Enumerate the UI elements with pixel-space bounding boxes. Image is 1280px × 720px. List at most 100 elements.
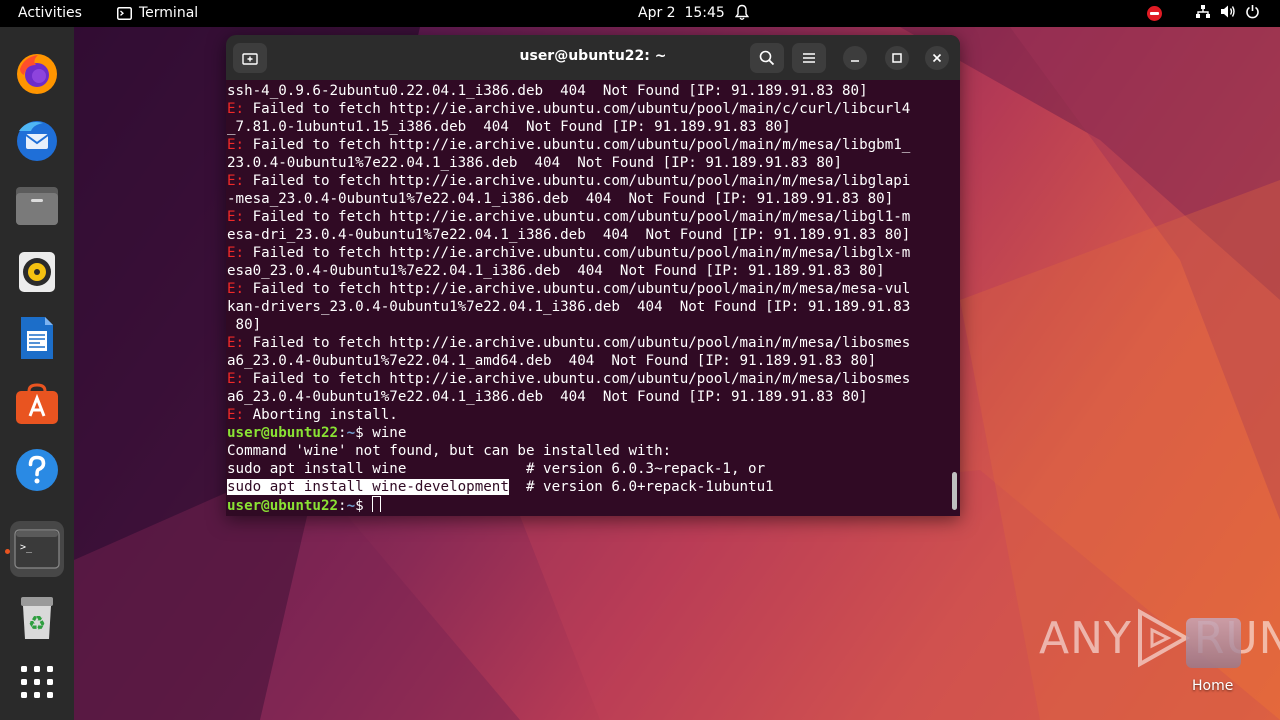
terminal-line: E: Failed to fetch http://ie.archive.ubu… [227, 100, 949, 118]
dock-item-software[interactable] [10, 376, 64, 432]
svg-text:>_: >_ [20, 542, 33, 553]
menu-button[interactable] [792, 43, 826, 73]
terminal-line: E: Failed to fetch http://ie.archive.ubu… [227, 280, 949, 298]
terminal-line: E: Failed to fetch http://ie.archive.ubu… [227, 136, 949, 154]
error-prefix: E: [227, 281, 253, 297]
app-menu-label: Terminal [139, 5, 199, 21]
line-text: Failed to fetch http://ie.archive.ubuntu… [252, 371, 911, 387]
running-indicator [5, 549, 10, 554]
terminal-line: esa0_23.0.4-0ubuntu1%7e22.04.1_i386.deb … [227, 262, 949, 280]
terminal-output[interactable]: ssh-4_0.9.6-2ubuntu0.22.04.1_i386.deb 40… [227, 82, 949, 512]
maximize-button[interactable] [885, 46, 909, 70]
help-icon [16, 449, 58, 491]
terminal-headerbar[interactable]: user@ubuntu22: ~ [226, 35, 960, 80]
line-text: Failed to fetch http://ie.archive.ubuntu… [252, 281, 911, 297]
error-prefix: E: [227, 137, 253, 153]
screen-recording-icon[interactable] [1147, 6, 1162, 21]
terminal-line: 80] [227, 316, 949, 334]
terminal-line: esa-dri_23.0.4-0ubuntu1%7e22.04.1_i386.d… [227, 226, 949, 244]
terminal-line: E: Failed to fetch http://ie.archive.ubu… [227, 208, 949, 226]
line-text: esa-dri_23.0.4-0ubuntu1%7e22.04.1_i386.d… [227, 227, 911, 243]
dock-item-show-apps[interactable] [10, 654, 64, 710]
line-text: 80] [227, 317, 262, 333]
home-folder-label: Home [1192, 678, 1234, 694]
line-text: a6_23.0.4-0ubuntu1%7e22.04.1_i386.deb 40… [227, 389, 868, 405]
line-text: Failed to fetch http://ie.archive.ubuntu… [252, 173, 911, 189]
terminal-icon: >_ [14, 529, 60, 569]
terminal-line: user@ubuntu22:~$ [227, 496, 949, 512]
line-text: ssh-4_0.9.6-2ubuntu0.22.04.1_i386.deb 40… [227, 83, 868, 99]
dock-item-thunderbird[interactable] [10, 112, 64, 168]
minimize-icon [851, 60, 859, 62]
terminal-line: -mesa_23.0.4-0ubuntu1%7e22.04.1_i386.deb… [227, 190, 949, 208]
dock: >_ ♻ [0, 27, 74, 720]
terminal-line: 23.0.4-0ubuntu1%7e22.04.1_i386.deb 404 N… [227, 154, 949, 172]
terminal-line: _7.81.0-1ubuntu1.15_i386.deb 404 Not Fou… [227, 118, 949, 136]
dock-item-terminal[interactable]: >_ [10, 521, 64, 577]
hamburger-menu-icon [803, 53, 815, 63]
prompt-user-host: user@ubuntu22 [227, 498, 339, 512]
app-menu[interactable]: Terminal [117, 5, 198, 21]
terminal-line: E: Failed to fetch http://ie.archive.ubu… [227, 172, 949, 190]
files-icon [16, 187, 58, 225]
dock-item-trash[interactable]: ♻ [10, 590, 64, 646]
top-bar: Activities Terminal Apr 2 15:45 [0, 0, 1280, 27]
rhythmbox-icon [19, 252, 55, 292]
dock-item-firefox[interactable] [10, 46, 64, 102]
line-text: Failed to fetch http://ie.archive.ubuntu… [252, 137, 911, 153]
notification-bell-icon [735, 4, 749, 20]
error-prefix: E: [227, 371, 253, 387]
clock-time: 15:45 [684, 5, 725, 21]
search-button[interactable] [750, 43, 784, 73]
prompt-path: ~ [346, 498, 356, 512]
error-prefix: E: [227, 173, 253, 189]
home-folder-icon[interactable] [1186, 618, 1241, 668]
dock-item-help[interactable] [10, 442, 64, 498]
line-text: a6_23.0.4-0ubuntu1%7e22.04.1_amd64.deb 4… [227, 353, 877, 369]
error-prefix: E: [227, 101, 253, 117]
terminal-line: E: Failed to fetch http://ie.archive.ubu… [227, 370, 949, 388]
line-text: Failed to fetch http://ie.archive.ubuntu… [252, 101, 911, 117]
line-text: sudo apt install wine # version 6.0.3~re… [227, 461, 766, 477]
software-icon [16, 383, 58, 424]
line-text: # version 6.0+repack-1ubuntu1 [508, 479, 774, 495]
line-text: : [338, 425, 347, 441]
prompt-user-host: user@ubuntu22 [227, 425, 339, 441]
maximize-icon [892, 53, 902, 63]
libreoffice-writer-icon [21, 317, 53, 359]
dock-item-writer[interactable] [10, 310, 64, 366]
terminal-line: user@ubuntu22:~$ wine [227, 424, 949, 442]
line-text: $ wine [355, 425, 407, 441]
close-button[interactable] [925, 46, 949, 70]
dock-item-files[interactable] [10, 178, 64, 234]
error-prefix: E: [227, 209, 253, 225]
line-text: kan-drivers_23.0.4-0ubuntu1%7e22.04.1_i3… [227, 299, 911, 315]
line-text: Aborting install. [252, 407, 398, 423]
activities-button[interactable]: Activities [18, 5, 82, 21]
terminal-line: sudo apt install wine # version 6.0.3~re… [227, 460, 949, 478]
line-text: esa0_23.0.4-0ubuntu1%7e22.04.1_i386.deb … [227, 263, 885, 279]
line-text: $ [355, 498, 373, 512]
clock[interactable]: Apr 2 15:45 [638, 5, 725, 21]
error-prefix: E: [227, 335, 253, 351]
terminal-line: sudo apt install wine-development # vers… [227, 478, 949, 496]
terminal-line: E: Failed to fetch http://ie.archive.ubu… [227, 334, 949, 352]
firefox-icon [17, 54, 57, 94]
minimize-button[interactable] [843, 46, 867, 70]
terminal-scrollbar[interactable] [952, 472, 957, 510]
line-text: Failed to fetch http://ie.archive.ubuntu… [252, 209, 911, 225]
terminal-window[interactable]: user@ubuntu22: ~ ssh-4_0.9.6-2ubuntu0.22… [226, 35, 960, 516]
line-text: 23.0.4-0ubuntu1%7e22.04.1_i386.deb 404 N… [227, 155, 842, 171]
terminal-line: a6_23.0.4-0ubuntu1%7e22.04.1_amd64.deb 4… [227, 352, 949, 370]
system-status-area[interactable] [1195, 4, 1260, 19]
watermark-text-left: ANY [1039, 612, 1132, 664]
search-icon [759, 50, 775, 66]
terminal-line: kan-drivers_23.0.4-0ubuntu1%7e22.04.1_i3… [227, 298, 949, 316]
clock-date: Apr 2 [638, 5, 676, 21]
terminal-line: ssh-4_0.9.6-2ubuntu0.22.04.1_i386.deb 40… [227, 82, 949, 100]
power-icon [1246, 5, 1259, 19]
prompt-path: ~ [346, 425, 356, 441]
thunderbird-icon [17, 121, 57, 161]
network-icon [1196, 5, 1210, 18]
dock-item-rhythmbox[interactable] [10, 244, 64, 300]
